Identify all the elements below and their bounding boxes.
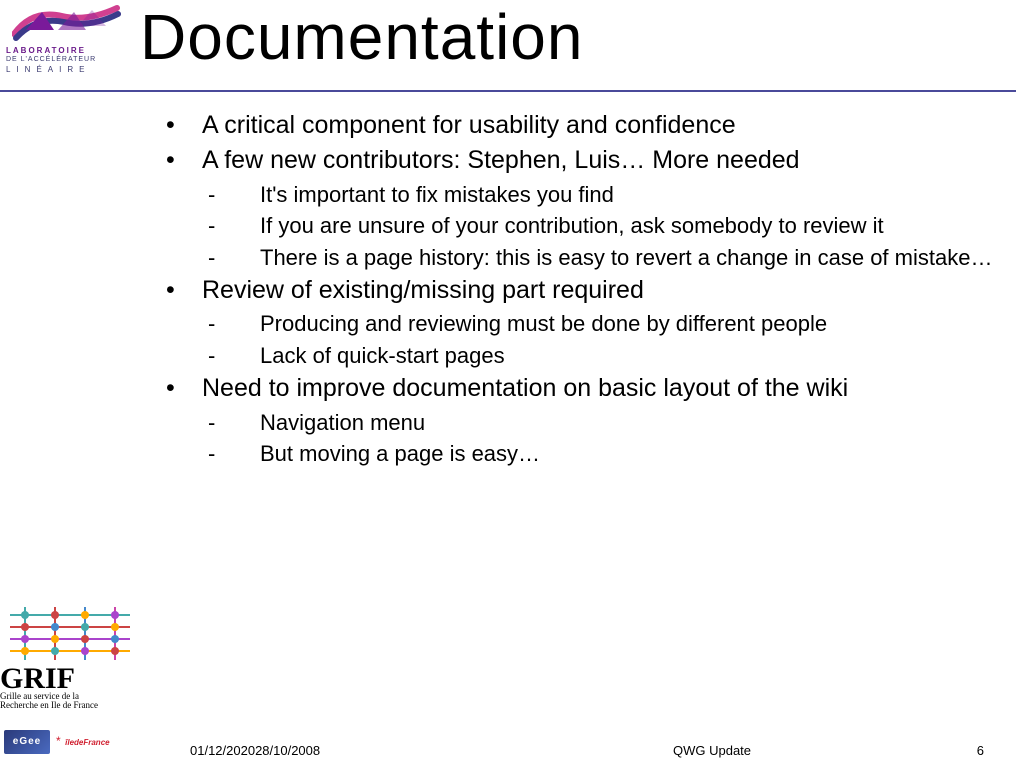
grif-sub2: Recherche en Ile de France — [0, 701, 140, 710]
grif-title: GRIF — [0, 665, 140, 692]
title-rule — [0, 90, 1016, 92]
footer: 01/12/202028/10/2008 QWG Update 6 — [0, 734, 1024, 758]
lal-text-3: LINÉAIRE — [6, 65, 90, 74]
lal-logo: LABORATOIRE DE L'ACCÉLÉRATEUR LINÉAIRE — [4, 2, 134, 72]
bullet-level-2: There is a page history: this is easy to… — [150, 244, 1004, 272]
grid-logo-icon — [0, 605, 140, 665]
grif-logo: GRIF Grille au service de la Recherche e… — [0, 665, 140, 710]
footer-center: QWG Update — [673, 743, 751, 758]
title-wrap: Documentation — [140, 0, 1024, 92]
bullet-level-2: Navigation menu — [150, 409, 1004, 437]
lal-text-2: DE L'ACCÉLÉRATEUR — [6, 56, 96, 63]
bullet-level-1: Review of existing/missing part required — [150, 275, 1004, 306]
bullet-level-1: A critical component for usability and c… — [150, 110, 1004, 141]
bullet-level-1: A few new contributors: Stephen, Luis… M… — [150, 145, 1004, 176]
footer-page: 6 — [977, 743, 984, 758]
lal-swoosh-icon — [12, 4, 122, 44]
slide-body: A critical component for usability and c… — [150, 108, 1004, 698]
bullet-level-2: If you are unsure of your contribution, … — [150, 212, 1004, 240]
slide-title: Documentation — [140, 0, 583, 74]
bullet-level-2: Producing and reviewing must be done by … — [150, 310, 1004, 338]
lal-text-1: LABORATOIRE — [6, 46, 86, 55]
footer-date: 01/12/202028/10/2008 — [190, 743, 320, 758]
bullet-level-2: It's important to fix mistakes you find — [150, 181, 1004, 209]
bullet-level-1: Need to improve documentation on basic l… — [150, 373, 1004, 404]
bullet-level-2: But moving a page is easy… — [150, 440, 1004, 468]
bullet-level-2: Lack of quick-start pages — [150, 342, 1004, 370]
